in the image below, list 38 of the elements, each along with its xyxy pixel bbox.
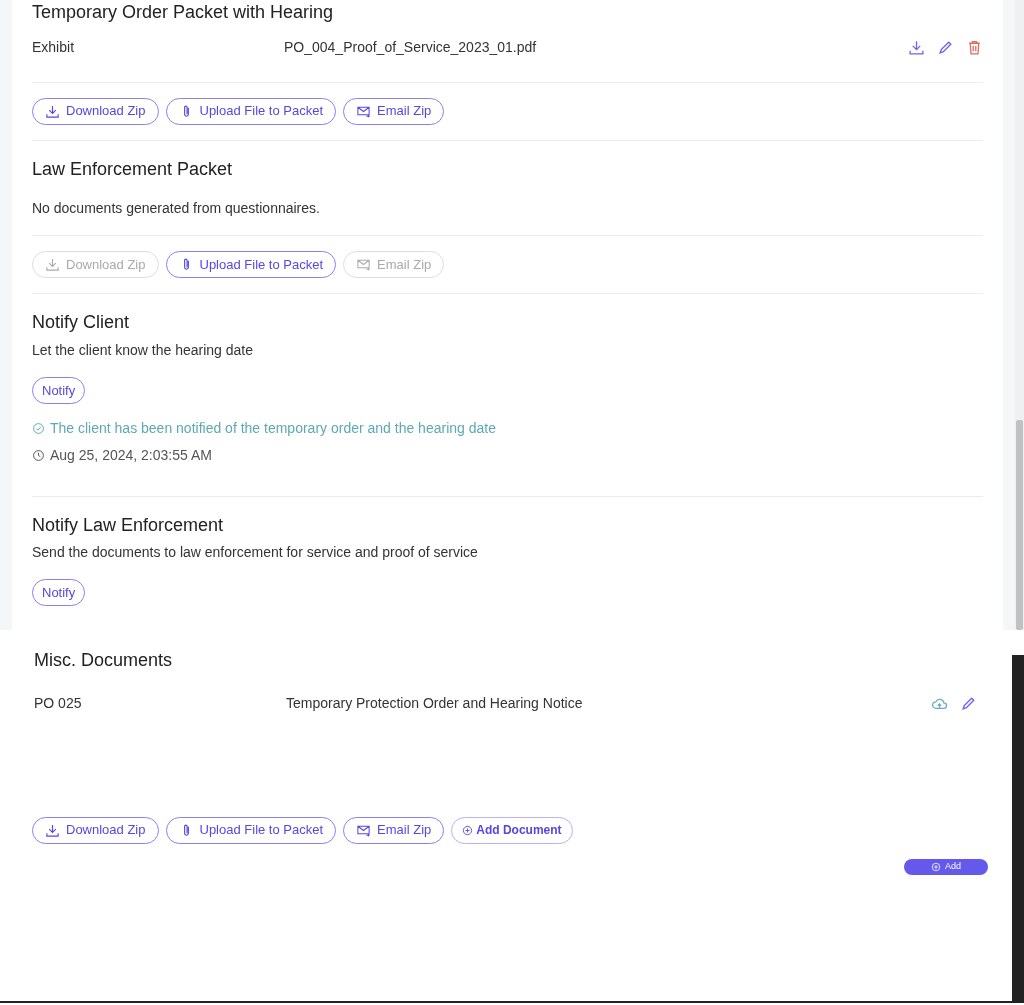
download-zip-button[interactable]: Download Zip [32,97,159,125]
envelope-icon [356,257,372,273]
email-zip-button[interactable]: Email Zip [343,97,445,125]
document-name: Temporary Protection Order and Hearing Notice [286,694,584,714]
download-icon [45,257,60,273]
download-zip-button[interactable]: Download Zip [32,816,159,844]
document-name: PO_004_Proof_of_Service_2023_01.pdf [284,38,538,58]
check-circle-icon [32,421,45,435]
download-icon[interactable] [908,39,925,57]
download-icon [45,103,60,119]
notify-button[interactable]: Notify [32,376,86,404]
add-document-button[interactable]: Add Document [451,816,573,844]
pencil-icon[interactable] [937,39,954,57]
scrollbar-thumb[interactable] [1016,420,1023,630]
trash-icon[interactable] [966,39,983,57]
section-heading: Notify Client [32,312,131,334]
upload-file-button[interactable]: Upload File to Packet [165,816,337,844]
section-description: Let the client know the hearing date [32,340,255,360]
section-heading: Temporary Order Packet with Hearing [32,2,335,24]
plus-circle-icon [931,861,941,872]
clock-icon [32,448,45,462]
section-heading: Misc. Documents [34,650,174,672]
download-icon [45,822,60,838]
upload-file-button[interactable]: Upload File to Packet [165,97,337,125]
timestamp: Aug 25, 2024, 2:03:55 AM [50,445,212,465]
pencil-icon[interactable] [960,695,977,713]
add-button[interactable]: Add [904,858,988,875]
document-type: PO 025 [34,694,83,714]
section-heading: Law Enforcement Packet [32,158,234,181]
notify-button[interactable]: Notify [32,579,86,607]
document-type: Exhibit [32,38,76,58]
status-message: The client has been notified of the temporary order and the hearing date [50,418,496,438]
plus-circle-icon [462,824,474,836]
email-zip-button[interactable]: Email Zip [343,816,445,844]
section-description: Send the documents to law enforcement for service and proof of service [32,543,479,563]
section-heading: Notify Law Enforcement [32,514,225,537]
upload-file-button[interactable]: Upload File to Packet [165,251,337,279]
empty-message: No documents generated from questionnaires. [32,199,321,219]
